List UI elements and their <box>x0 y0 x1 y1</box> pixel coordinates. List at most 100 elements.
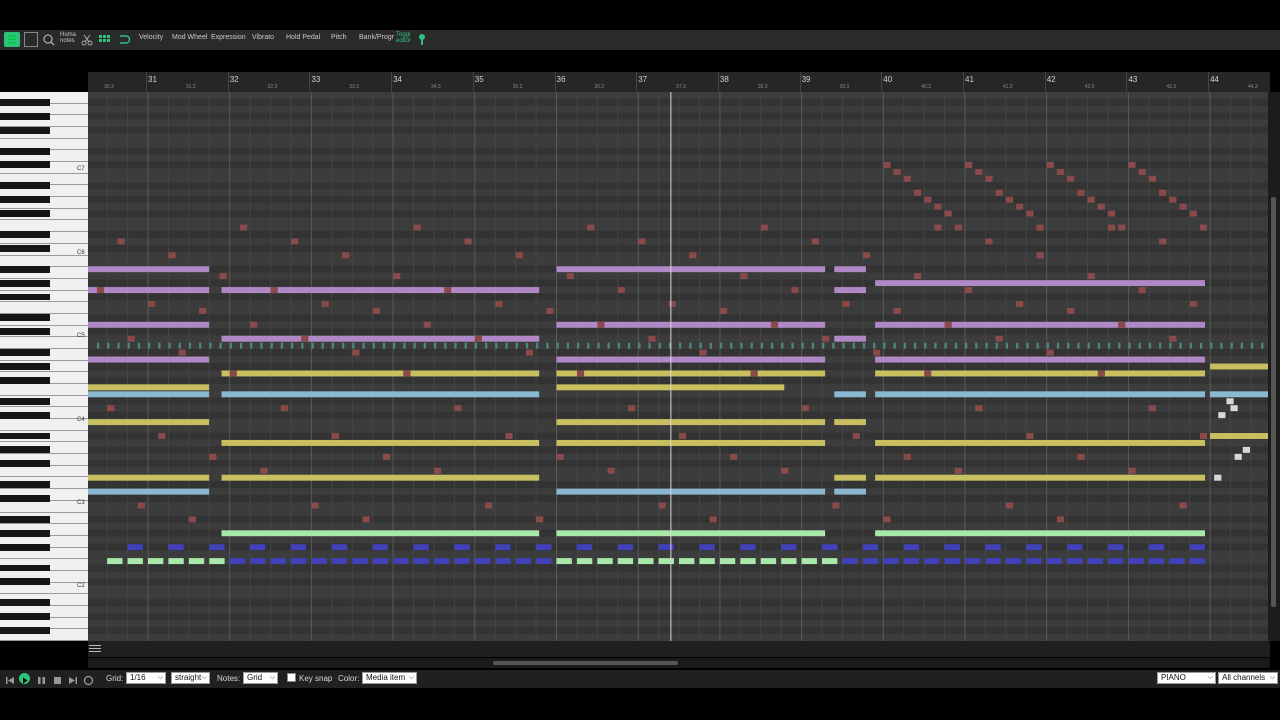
arp-note[interactable] <box>648 335 656 342</box>
hat-note[interactable] <box>1138 342 1141 349</box>
arp-note[interactable] <box>1087 196 1095 203</box>
arp-note[interactable] <box>1005 502 1014 509</box>
bass-note[interactable] <box>699 558 715 565</box>
bass-note[interactable] <box>250 558 266 565</box>
arp-note[interactable] <box>1016 300 1024 307</box>
bass-note[interactable] <box>474 558 491 565</box>
bass-note[interactable] <box>1148 558 1165 565</box>
hat-note[interactable] <box>699 342 702 349</box>
bass-note[interactable] <box>1067 558 1083 565</box>
black-key[interactable] <box>0 314 50 322</box>
hat-note[interactable] <box>137 342 141 349</box>
hat-note[interactable] <box>260 342 263 349</box>
arp-note[interactable] <box>934 224 942 231</box>
hat-note[interactable] <box>536 342 539 349</box>
bass-note[interactable] <box>801 558 817 565</box>
arp-note[interactable] <box>924 196 932 203</box>
hat-note[interactable] <box>250 342 253 349</box>
arp-note[interactable] <box>1138 287 1146 294</box>
cc-vibrato-button[interactable]: Vibrato <box>252 34 274 41</box>
arp-note[interactable] <box>546 307 554 314</box>
black-key[interactable] <box>0 182 50 190</box>
sustained-note[interactable] <box>221 474 540 481</box>
bass-note[interactable] <box>862 558 879 565</box>
hat-note[interactable] <box>168 342 171 349</box>
sustained-note[interactable] <box>221 391 540 398</box>
arp-note[interactable] <box>1118 224 1126 231</box>
arp-note[interactable] <box>260 467 268 474</box>
hat-note[interactable] <box>117 342 120 349</box>
skip-forward-icon[interactable] <box>67 673 78 684</box>
hat-note[interactable] <box>965 342 968 349</box>
arp-note[interactable] <box>127 335 135 342</box>
arp-note[interactable] <box>965 161 973 168</box>
hat-note[interactable] <box>1067 342 1070 349</box>
hat-note[interactable] <box>597 342 600 349</box>
arp-note[interactable] <box>730 453 738 460</box>
hat-note[interactable] <box>1220 342 1223 349</box>
arp-note[interactable] <box>1148 175 1156 182</box>
arp-note[interactable] <box>117 238 125 245</box>
black-key[interactable] <box>0 98 50 106</box>
midi-note[interactable] <box>1210 363 1268 370</box>
arp-note[interactable] <box>219 273 227 280</box>
horizontal-scrollbar[interactable] <box>88 658 1270 668</box>
arp-note[interactable] <box>985 238 993 245</box>
sustained-note[interactable] <box>88 391 210 398</box>
timeline-ruler[interactable]: 30.3 31.3 32.3 33.3 34.3 35.3 36.3 37.3 38.3 39.3… <box>88 72 1270 92</box>
bass-note[interactable] <box>617 558 634 565</box>
midi-note[interactable] <box>1210 391 1268 398</box>
black-key[interactable] <box>0 376 50 384</box>
pad-note[interactable] <box>88 356 210 363</box>
hat-note[interactable] <box>648 342 651 349</box>
sustained-note[interactable] <box>834 488 866 495</box>
sustained-note[interactable] <box>88 419 210 426</box>
bass-note[interactable] <box>1107 558 1124 565</box>
hat-note[interactable] <box>1159 342 1162 349</box>
hat-note[interactable] <box>995 342 998 349</box>
black-key[interactable] <box>0 210 50 218</box>
bass-note[interactable] <box>781 558 797 565</box>
hat-note[interactable] <box>495 342 498 349</box>
bass-note[interactable] <box>842 558 858 565</box>
cc-modwheel-button[interactable]: Mod Wheel <box>172 34 207 41</box>
white-key[interactable] <box>0 384 88 396</box>
bass-note[interactable] <box>679 558 695 565</box>
black-key[interactable] <box>0 599 50 607</box>
hat-note[interactable] <box>1056 342 1060 349</box>
cc-bankprog-button[interactable]: Bank/Progr <box>359 34 394 41</box>
arp-note[interactable] <box>229 370 237 377</box>
hat-note[interactable] <box>362 342 365 349</box>
arp-note[interactable] <box>454 405 462 412</box>
arp-note[interactable] <box>372 307 380 314</box>
black-key[interactable] <box>0 543 50 551</box>
accent-note[interactable] <box>1214 474 1222 481</box>
arp-note[interactable] <box>883 516 891 523</box>
sustained-note[interactable] <box>221 530 540 537</box>
arp-note[interactable] <box>1097 203 1105 210</box>
drum-note[interactable] <box>250 544 266 551</box>
hat-note[interactable] <box>760 342 764 349</box>
bass-note[interactable] <box>658 558 674 565</box>
black-key[interactable] <box>0 147 50 155</box>
arp-note[interactable] <box>903 453 911 460</box>
drum-note[interactable] <box>699 544 715 551</box>
arp-note[interactable] <box>893 307 901 314</box>
hat-note[interactable] <box>1097 342 1101 349</box>
arp-note[interactable] <box>607 467 615 474</box>
black-key[interactable] <box>0 265 50 273</box>
hat-note[interactable] <box>485 342 488 349</box>
arp-note[interactable] <box>985 175 993 182</box>
hat-note[interactable] <box>730 342 733 349</box>
hat-note[interactable] <box>331 342 335 349</box>
accent-note[interactable] <box>1218 412 1226 419</box>
sustained-note[interactable] <box>834 266 866 273</box>
pad-note[interactable] <box>834 335 866 342</box>
track-select[interactable]: PIANO ⌵ <box>1157 672 1216 684</box>
hat-note[interactable] <box>1046 342 1049 349</box>
arp-note[interactable] <box>1077 453 1085 460</box>
arp-note[interactable] <box>770 321 779 328</box>
black-key[interactable] <box>0 481 50 489</box>
lane-grip-icon[interactable] <box>88 643 102 655</box>
arp-note[interactable] <box>362 516 370 523</box>
